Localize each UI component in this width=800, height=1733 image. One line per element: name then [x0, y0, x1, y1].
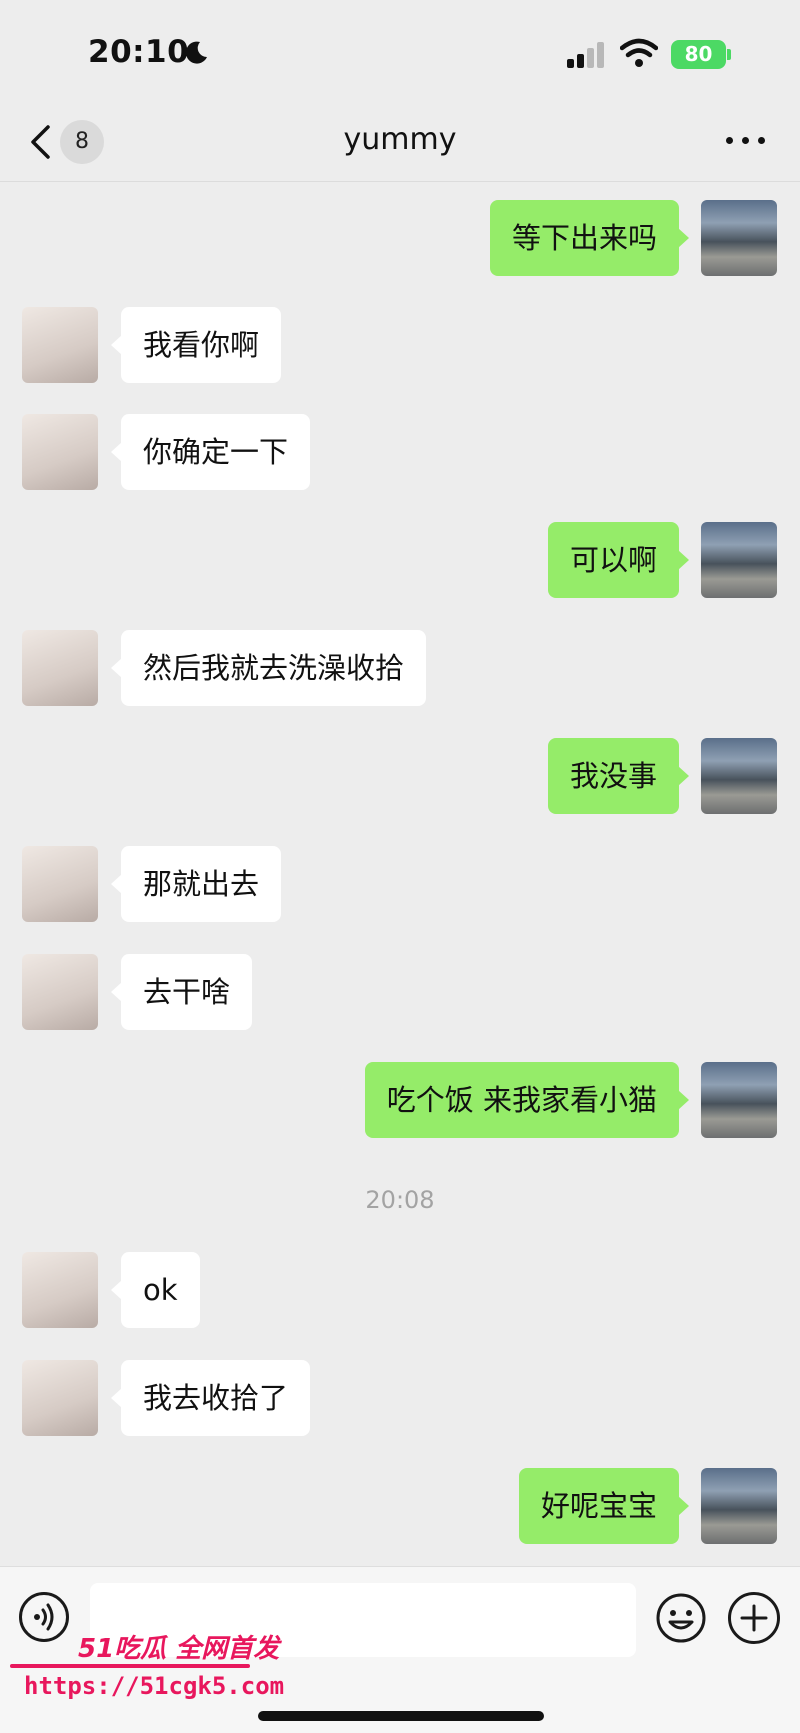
received-message-bubble[interactable]: ok	[111, 1252, 200, 1328]
add-attachment-button[interactable]	[728, 1592, 780, 1644]
message-timestamp: 20:08	[365, 1186, 435, 1214]
watermark-url: https://51cgk5.com	[24, 1672, 285, 1700]
message-list: 等下出来吗 我看你啊 你确定一下 可以啊 然后我就去洗澡收拾 我没事 那就出去 …	[0, 182, 800, 1566]
my-avatar[interactable]	[701, 1468, 777, 1544]
my-avatar[interactable]	[701, 738, 777, 814]
received-message-bubble[interactable]: 然后我就去洗澡收拾	[110, 630, 427, 706]
received-message-bubble[interactable]: 那就出去	[110, 846, 282, 922]
status-time: 20:10	[88, 34, 190, 70]
home-indicator[interactable]	[258, 1711, 544, 1721]
chat-title: yummy	[343, 122, 457, 157]
received-message-bubble[interactable]: 我去收拾了	[110, 1360, 311, 1436]
contact-avatar[interactable]	[22, 954, 98, 1030]
contact-avatar[interactable]	[22, 414, 98, 490]
sent-message-bubble[interactable]: 可以啊	[547, 522, 690, 598]
sent-message-bubble[interactable]: 吃个饭 来我家看小猫	[364, 1062, 690, 1138]
chat-header: 8 yummy	[0, 100, 800, 182]
watermark: 51吃瓜 全网首发 https://51cgk5.com	[10, 1628, 284, 1708]
my-avatar[interactable]	[701, 522, 777, 598]
received-message-bubble[interactable]: 去干啥	[110, 954, 253, 1030]
my-avatar[interactable]	[701, 200, 777, 276]
watermark-underline	[10, 1664, 250, 1668]
received-message-bubble[interactable]: 你确定一下	[110, 414, 311, 490]
my-avatar[interactable]	[701, 1062, 777, 1138]
battery-indicator: 80	[671, 40, 726, 69]
wifi-icon	[620, 38, 658, 67]
battery-nub	[727, 49, 731, 60]
watermark-brand: 51吃瓜 全网首发	[78, 1634, 280, 1664]
sent-message-bubble[interactable]: 我没事	[547, 738, 690, 814]
sent-message-bubble[interactable]: 等下出来吗	[489, 200, 690, 276]
cellular-signal-icon	[567, 42, 609, 68]
emoji-icon[interactable]	[655, 1592, 707, 1644]
contact-avatar[interactable]	[22, 1252, 98, 1328]
received-message-bubble[interactable]: 我看你啊	[110, 307, 282, 383]
sent-message-bubble[interactable]: 好呢宝宝	[518, 1468, 690, 1544]
plus-icon	[740, 1604, 768, 1632]
contact-avatar[interactable]	[22, 630, 98, 706]
contact-avatar[interactable]	[22, 307, 98, 383]
contact-avatar[interactable]	[22, 1360, 98, 1436]
status-bar: 20:10 80	[0, 0, 800, 100]
contact-avatar[interactable]	[22, 846, 98, 922]
more-options-button[interactable]	[724, 125, 768, 155]
moon-icon	[185, 41, 207, 64]
